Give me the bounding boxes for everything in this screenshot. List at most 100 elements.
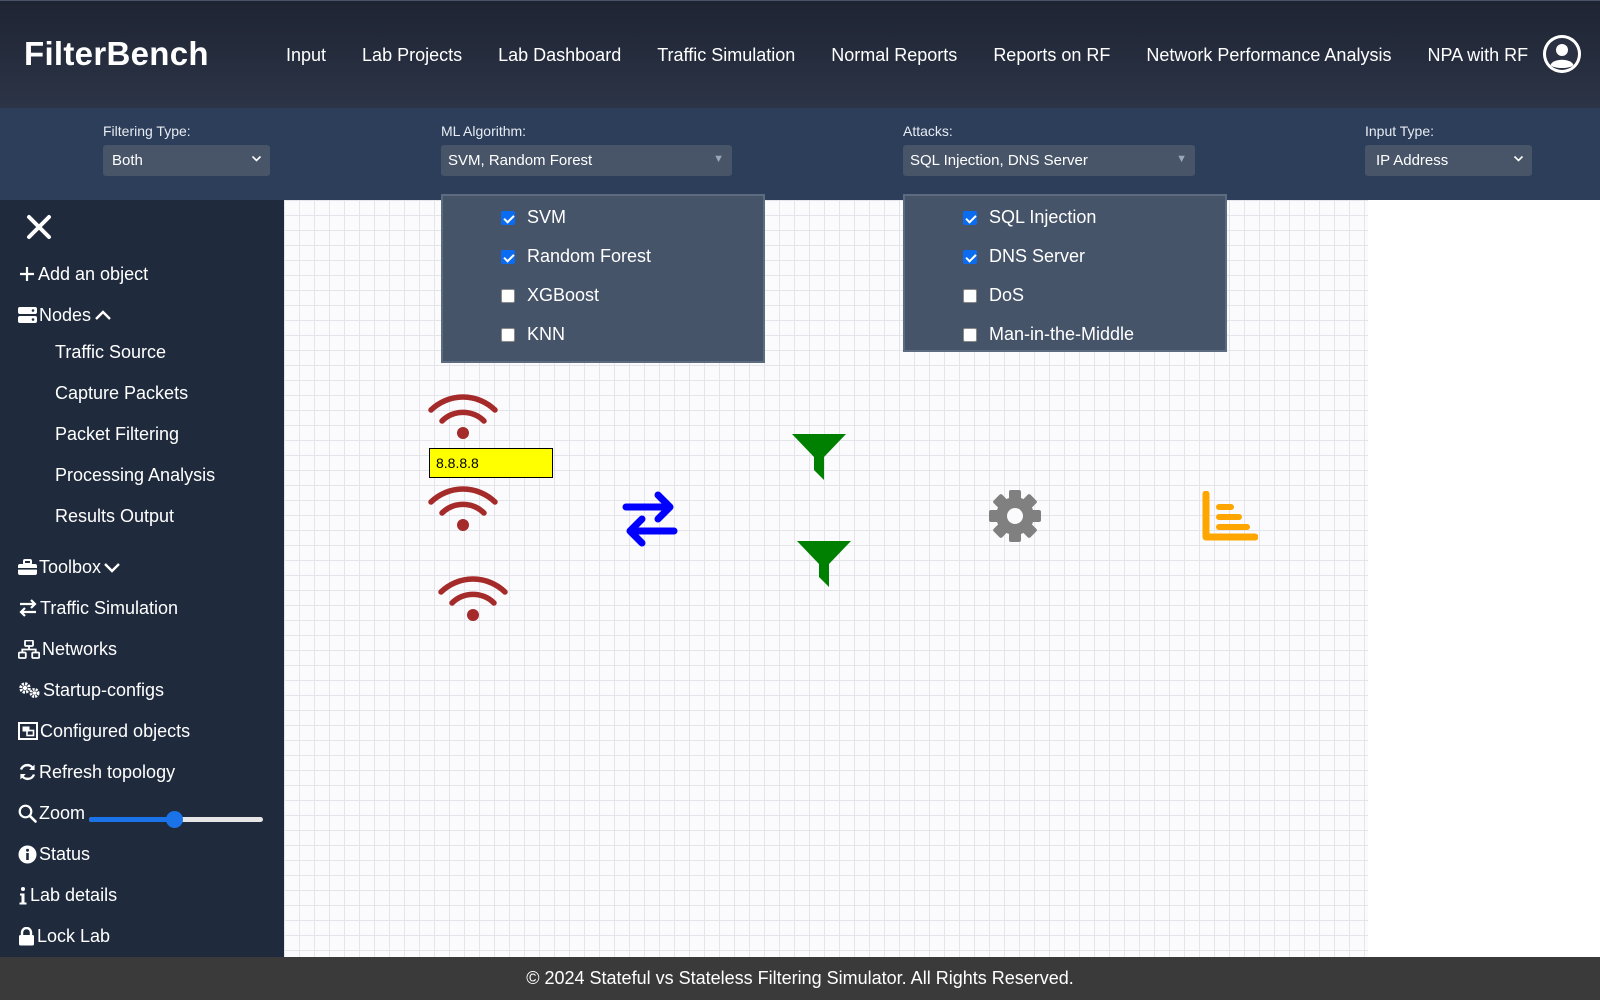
nav-link-network-performance-analysis[interactable]: Network Performance Analysis xyxy=(1128,45,1409,66)
ml-option-knn[interactable]: KNN xyxy=(443,315,763,354)
nav-link-reports-on-rf[interactable]: Reports on RF xyxy=(975,45,1128,66)
nav-link-lab-dashboard[interactable]: Lab Dashboard xyxy=(480,45,639,66)
attacks-select[interactable]: SQL Injection, DNS Server ▼ xyxy=(903,145,1195,176)
attack-option-dos[interactable]: DoS xyxy=(905,276,1225,315)
exchange-icon xyxy=(19,599,37,617)
filtering-type-label: Filtering Type: xyxy=(103,123,191,139)
networks-item[interactable]: Networks xyxy=(18,635,117,663)
wifi-icon[interactable] xyxy=(437,572,509,629)
user-avatar-icon[interactable] xyxy=(1543,35,1581,73)
node-packet-filtering[interactable]: Packet Filtering xyxy=(55,424,179,445)
attack-option-sql-injection[interactable]: SQL Injection xyxy=(905,198,1225,237)
chevron-up-icon xyxy=(95,310,111,320)
lab-details-item[interactable]: Lab details xyxy=(18,881,117,909)
checkbox-dns-server[interactable] xyxy=(963,249,977,264)
attack-option-man-in-the-middle[interactable]: Man-in-the-Middle xyxy=(905,315,1225,354)
wifi-icon[interactable] xyxy=(427,390,499,447)
zoom-slider[interactable] xyxy=(89,811,263,828)
add-object-label: Add an object xyxy=(38,263,149,284)
filter-icon[interactable] xyxy=(795,539,853,594)
gears-icon xyxy=(19,682,40,698)
attacks-dropdown: SQL Injection DNS Server DoS Man-in-the-… xyxy=(903,194,1227,352)
wifi-icon[interactable] xyxy=(427,482,499,539)
info-icon xyxy=(19,886,27,904)
filtering-type-select[interactable]: Both xyxy=(103,145,270,176)
attack-option-dns-server[interactable]: DNS Server xyxy=(905,237,1225,276)
filtering-type-value: Both xyxy=(112,152,143,169)
attacks-value: SQL Injection, DNS Server xyxy=(910,152,1088,169)
status-item[interactable]: Status xyxy=(18,840,90,868)
refresh-topology-button[interactable]: Refresh topology xyxy=(18,758,175,786)
add-object-button[interactable]: Add an object xyxy=(18,260,148,288)
toolbox-toggle[interactable]: Toolbox xyxy=(18,553,123,581)
node-traffic-source[interactable]: Traffic Source xyxy=(55,342,166,363)
zoom-control: Zoom xyxy=(18,799,85,827)
ml-algorithm-group: ML Algorithm: SVM, Random Forest ▼ xyxy=(441,123,732,176)
networks-label: Networks xyxy=(42,638,118,659)
attacks-label: Attacks: xyxy=(903,123,953,139)
nodes-toggle[interactable]: Nodes xyxy=(18,301,114,329)
footer-text: © 2024 Stateful vs Stateless Filtering S… xyxy=(526,968,1074,988)
footer: © 2024 Stateful vs Stateless Filtering S… xyxy=(0,957,1600,1000)
filter-icon[interactable] xyxy=(790,432,848,487)
brand-logo[interactable]: FilterBench xyxy=(24,35,209,73)
option-label: Man-in-the-Middle xyxy=(989,324,1135,344)
checkbox-man-in-the-middle[interactable] xyxy=(963,327,977,342)
ml-algorithm-value: SVM, Random Forest xyxy=(448,152,593,169)
nodes-label: Nodes xyxy=(39,304,92,325)
ml-option-svm[interactable]: SVM xyxy=(443,198,763,237)
lock-lab-label: Lock Lab xyxy=(37,925,111,946)
option-label: DoS xyxy=(989,285,1025,305)
ml-algorithm-label: ML Algorithm: xyxy=(441,123,527,139)
chevron-down-icon xyxy=(104,563,120,573)
gear-icon[interactable] xyxy=(988,489,1042,548)
ml-option-xgboost[interactable]: XGBoost xyxy=(443,276,763,315)
network-icon xyxy=(18,639,40,659)
nav-link-traffic-simulation[interactable]: Traffic Simulation xyxy=(639,45,813,66)
startup-configs-item[interactable]: Startup-configs xyxy=(18,676,164,704)
exchange-arrows-icon[interactable] xyxy=(620,490,680,553)
plus-icon xyxy=(20,267,34,281)
option-label: XGBoost xyxy=(527,285,600,305)
checkbox-random-forest[interactable] xyxy=(501,249,515,264)
zoom-slider-thumb[interactable] xyxy=(166,811,184,828)
option-label: DNS Server xyxy=(989,246,1086,266)
toolbox-label: Toolbox xyxy=(39,556,102,577)
input-type-select[interactable]: IP Address xyxy=(1365,145,1532,176)
configured-objects-item[interactable]: Configured objects xyxy=(18,717,190,745)
checkbox-svm[interactable] xyxy=(501,210,515,225)
top-navbar: FilterBench Input Lab Projects Lab Dashb… xyxy=(0,0,1600,108)
lock-lab-button[interactable]: Lock Lab xyxy=(18,922,110,950)
ml-option-random-forest[interactable]: Random Forest xyxy=(443,237,763,276)
close-icon[interactable] xyxy=(24,212,54,242)
ip-address-input[interactable]: 8.8.8.8 xyxy=(429,448,553,478)
ml-algorithm-select[interactable]: SVM, Random Forest ▼ xyxy=(441,145,732,176)
refresh-icon xyxy=(19,763,36,781)
zoom-slider-fill xyxy=(89,817,175,822)
nav-link-input[interactable]: Input xyxy=(268,45,344,66)
nav-link-npa-with-rf[interactable]: NPA with RF xyxy=(1409,45,1546,66)
toolbox-icon xyxy=(18,558,37,575)
startup-configs-label: Startup-configs xyxy=(43,679,165,700)
triangle-down-icon: ▼ xyxy=(1176,153,1187,165)
input-type-label: Input Type: xyxy=(1365,123,1435,139)
refresh-topology-label: Refresh topology xyxy=(39,761,176,782)
lock-icon xyxy=(19,926,34,945)
checkbox-sql-injection[interactable] xyxy=(963,210,977,225)
node-capture-packets[interactable]: Capture Packets xyxy=(55,383,188,404)
nav-link-normal-reports[interactable]: Normal Reports xyxy=(813,45,975,66)
nav-link-lab-projects[interactable]: Lab Projects xyxy=(344,45,480,66)
bar-chart-icon[interactable] xyxy=(1202,490,1259,548)
option-label: KNN xyxy=(527,324,566,344)
triangle-down-icon: ▼ xyxy=(713,153,724,165)
node-processing-analysis[interactable]: Processing Analysis xyxy=(55,465,215,486)
node-results-output[interactable]: Results Output xyxy=(55,506,174,527)
traffic-simulation-item[interactable]: Traffic Simulation xyxy=(18,594,178,622)
info-circle-icon xyxy=(18,845,37,863)
chevron-down-icon xyxy=(251,153,262,167)
lab-details-label: Lab details xyxy=(30,884,118,905)
checkbox-dos[interactable] xyxy=(963,288,977,303)
checkbox-knn[interactable] xyxy=(501,327,515,342)
server-icon xyxy=(18,307,37,323)
checkbox-xgboost[interactable] xyxy=(501,288,515,303)
